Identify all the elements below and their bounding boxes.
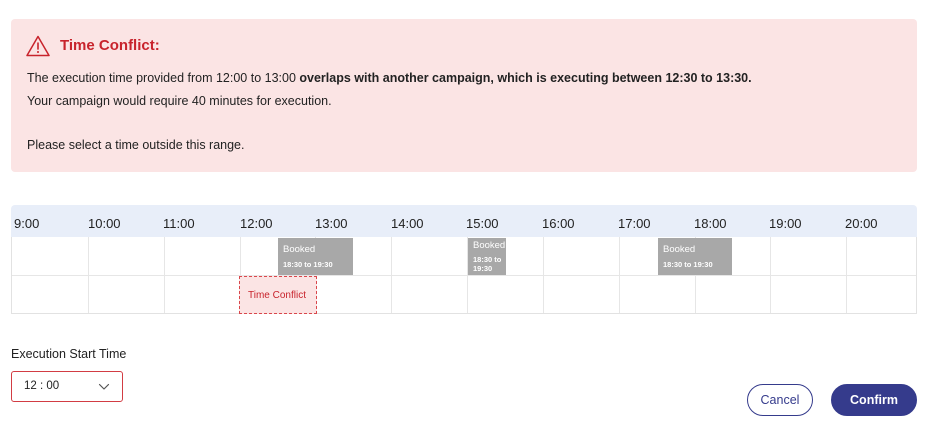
alert-title: Time Conflict: xyxy=(60,37,160,54)
hour-label: 9:00 xyxy=(14,216,40,231)
alert-message-emphasis: overlaps with another campaign, which is… xyxy=(299,71,752,85)
booked-time: 18:30 to 19:30 xyxy=(283,260,333,269)
booked-slot[interactable]: Booked 18:30 to 19:30 xyxy=(468,238,506,275)
hour-label: 11:00 xyxy=(163,216,195,231)
chevron-down-icon xyxy=(98,383,110,390)
booked-label: Booked xyxy=(473,240,506,251)
booked-label: Booked xyxy=(283,244,316,255)
alert-message-prefix: The execution time provided from 12:00 t… xyxy=(27,71,300,85)
confirm-button[interactable]: Confirm xyxy=(831,384,917,416)
timeline-grid: Booked 18:30 to 19:30 Booked 18:30 to 19… xyxy=(11,237,917,314)
schedule-timeline: 9:00 10:00 11:00 12:00 13:00 14:00 15:00… xyxy=(11,205,917,314)
alert-message-line-3: Please select a time outside this range. xyxy=(27,138,245,152)
booked-time: 18:30 to 19:30 xyxy=(473,255,502,273)
hour-label: 10:00 xyxy=(88,216,121,231)
cancel-button[interactable]: Cancel xyxy=(747,384,813,416)
booked-slot[interactable]: Booked 18:30 to 19:30 xyxy=(278,238,353,275)
hour-label: 14:00 xyxy=(391,216,424,231)
selected-time-value: 12 : 00 xyxy=(24,380,60,392)
time-conflict-slot[interactable]: Time Conflict xyxy=(239,276,317,314)
booked-slot[interactable]: Booked 18:30 to 19:30 xyxy=(658,238,732,275)
conflict-label: Time Conflict xyxy=(248,290,306,301)
time-conflict-alert: Time Conflict: The execution time provid… xyxy=(11,19,917,172)
booked-time: 18:30 to 19:30 xyxy=(663,260,713,269)
grid-row-divider xyxy=(12,275,916,276)
hour-label: 12:00 xyxy=(240,216,273,231)
alert-message-line-1: The execution time provided from 12:00 t… xyxy=(27,71,752,85)
hour-label: 18:00 xyxy=(694,216,727,231)
timeline-hour-header: 9:00 10:00 11:00 12:00 13:00 14:00 15:00… xyxy=(11,205,917,237)
hour-label: 16:00 xyxy=(542,216,575,231)
hour-label: 13:00 xyxy=(315,216,348,231)
hour-label: 19:00 xyxy=(769,216,802,231)
execution-start-time-select[interactable]: 12 : 00 xyxy=(11,371,123,402)
hour-label: 15:00 xyxy=(466,216,499,231)
hour-label: 17:00 xyxy=(618,216,651,231)
hour-label: 20:00 xyxy=(845,216,878,231)
warning-icon xyxy=(26,35,50,57)
booked-label: Booked xyxy=(663,244,696,255)
execution-start-time-label: Execution Start Time xyxy=(11,347,127,361)
alert-message-line-2: Your campaign would require 40 minutes f… xyxy=(27,94,332,108)
